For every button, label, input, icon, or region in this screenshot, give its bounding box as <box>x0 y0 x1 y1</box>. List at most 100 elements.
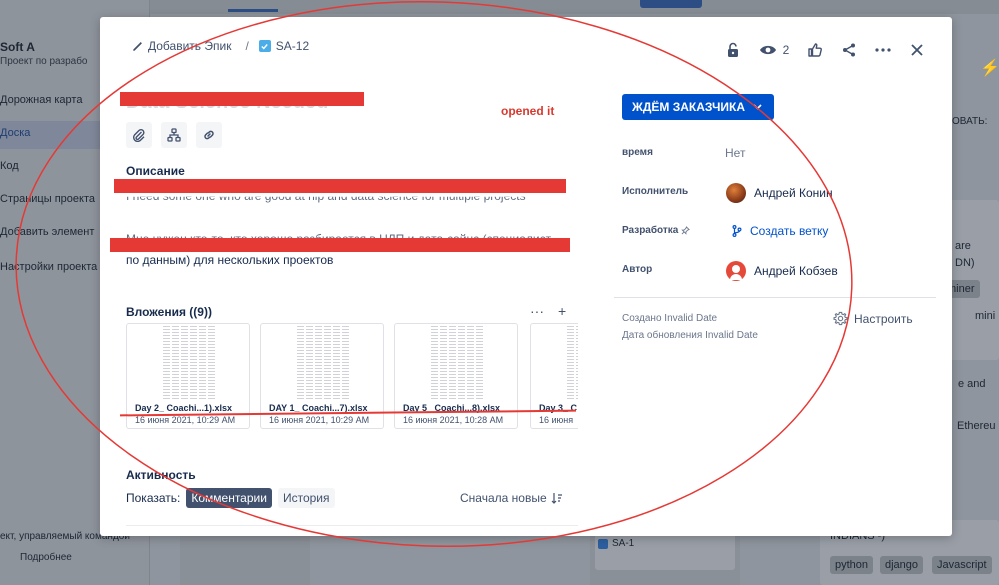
project-subtitle: Проект по разрабо <box>0 56 88 67</box>
child-issue-button[interactable] <box>161 122 187 148</box>
create-branch-label: Создать ветку <box>750 224 829 238</box>
create-branch-button[interactable]: Создать ветку <box>732 224 828 238</box>
description-heading: Описание <box>126 164 185 178</box>
configure-button[interactable]: Настроить <box>833 311 913 326</box>
time-value[interactable]: Нет <box>725 146 745 160</box>
lightning-icon[interactable]: ⚡ <box>980 58 999 78</box>
project-name: Soft A <box>0 40 35 54</box>
attachment-date: 16 июня 2021, 10:28 AM <box>403 415 504 425</box>
hierarchy-icon <box>167 128 181 142</box>
top-bar-create-button[interactable] <box>640 0 702 8</box>
avatar <box>726 261 746 281</box>
bg-chip: python <box>830 556 874 574</box>
attachment-name: Day 2_ Coachi...1).xlsx <box>135 403 233 413</box>
avatar <box>726 183 746 203</box>
description-line[interactable]: по данным) для нескольких проектов <box>126 253 333 267</box>
divider <box>126 525 578 526</box>
link-issue-button[interactable] <box>196 122 222 148</box>
assignee-label: Исполнитель <box>622 186 689 197</box>
sidebar-footer-link[interactable]: Подробнее <box>20 552 72 563</box>
thumbs-up-icon[interactable] <box>798 39 832 61</box>
issue-key: SA-12 <box>275 39 310 53</box>
spreadsheet-preview <box>297 326 349 400</box>
redaction-bar <box>120 92 364 106</box>
activity-heading: Активность <box>126 468 196 482</box>
sort-button[interactable]: Сначала новые <box>460 491 563 505</box>
show-label: Показать: <box>126 491 181 505</box>
activity-filter: Показать: Комментарии История <box>126 488 335 508</box>
breadcrumb-separator: / <box>245 39 249 53</box>
tab-history[interactable]: История <box>277 488 335 508</box>
spreadsheet-preview <box>431 326 483 400</box>
status-dropdown[interactable]: ЖДЁМ ЗАКАЗЧИКА <box>622 94 775 120</box>
reporter-field[interactable]: Андрей Кобзев <box>726 261 838 281</box>
chevron-down-icon <box>753 104 762 110</box>
checkbox-icon <box>598 538 608 549</box>
board-card[interactable] <box>595 530 735 570</box>
link-icon <box>204 130 214 140</box>
paperclip-icon <box>133 128 145 142</box>
attachment-date: 16 июня 2021, 10:29 AM <box>135 415 236 425</box>
divider <box>614 297 936 298</box>
configure-label: Настроить <box>854 311 913 326</box>
bg-text: DN) <box>955 257 975 269</box>
more-icon[interactable] <box>866 39 900 61</box>
bg-text: mini <box>975 310 996 322</box>
redaction-bar <box>110 238 570 252</box>
attachments-more-button[interactable]: ··· <box>530 303 544 319</box>
add-epic-link[interactable]: Добавить Эпик <box>132 39 231 53</box>
sort-icon <box>551 493 562 504</box>
development-label: Разработка <box>622 225 679 236</box>
branch-icon <box>732 225 742 237</box>
attach-button[interactable] <box>126 122 152 148</box>
bg-text: e and <box>958 378 986 390</box>
spreadsheet-preview <box>567 326 578 400</box>
sort-label: Сначала новые <box>460 491 547 505</box>
bg-issue-sa1[interactable]: SA-1 <box>598 538 634 549</box>
bg-chip: Javascript <box>932 556 992 574</box>
assignee-field[interactable]: Андрей Конин <box>726 183 833 203</box>
issue-modal: Добавить Эпик / SA-12 2 Data <box>100 17 952 536</box>
top-bar-active-tab[interactable] <box>228 9 278 12</box>
bg-issue-key: SA-1 <box>612 538 635 549</box>
bg-chip: django <box>880 556 924 574</box>
issue-actions: 2 <box>716 39 934 61</box>
task-type-icon <box>258 40 271 52</box>
sidebar-item-settings[interactable]: Настройки проекта <box>0 261 97 273</box>
add-epic-label: Добавить Эпик <box>148 39 232 53</box>
updated-date: Дата обновления Invalid Date <box>622 330 758 341</box>
sidebar-item-roadmap[interactable]: Дорожная карта <box>0 94 82 106</box>
redaction-bar <box>114 179 566 193</box>
breadcrumb: Добавить Эпик / SA-12 <box>132 39 309 53</box>
tab-comments[interactable]: Комментарии <box>186 488 272 508</box>
bg-text: ОВАТЬ: <box>952 116 988 127</box>
reporter-name: Андрей Кобзев <box>754 264 838 278</box>
eye-icon <box>759 45 776 55</box>
share-icon[interactable] <box>832 39 866 61</box>
close-icon[interactable] <box>900 39 934 61</box>
attachment-date: 16 июня 2021, 10:29 AM <box>269 415 370 425</box>
bg-text: Ethereu <box>957 420 996 432</box>
issue-key-link[interactable]: SA-12 <box>258 39 310 53</box>
time-label: время <box>622 147 653 158</box>
bg-text: are <box>955 240 971 252</box>
sidebar-item-board[interactable]: Доска <box>0 127 30 139</box>
watchers-count: 2 <box>782 43 790 57</box>
sidebar-item-pages[interactable]: Страницы проекта <box>0 193 95 205</box>
sidebar-item-code[interactable]: Код <box>0 160 19 172</box>
attachments-add-button[interactable]: + <box>558 303 566 319</box>
created-date: Создано Invalid Date <box>622 313 718 324</box>
assignee-name: Андрей Конин <box>754 186 833 200</box>
watch-button[interactable]: 2 <box>750 39 798 61</box>
sidebar-item-add[interactable]: Добавить элемент <box>0 226 94 238</box>
status-label: ЖДЁМ ЗАКАЗЧИКА <box>632 100 746 114</box>
reporter-label: Автор <box>622 264 653 275</box>
pin-icon <box>681 226 691 235</box>
lock-icon[interactable] <box>716 39 750 61</box>
attachments-actions: ··· + <box>530 303 566 319</box>
attachment-date: 16 июня <box>539 415 574 425</box>
development-label-row: Разработка <box>622 225 691 236</box>
spreadsheet-preview <box>163 326 215 400</box>
attachment-card[interactable]: Day 3_ C 16 июня <box>530 323 578 429</box>
annotation-note: opened it <box>501 104 555 118</box>
